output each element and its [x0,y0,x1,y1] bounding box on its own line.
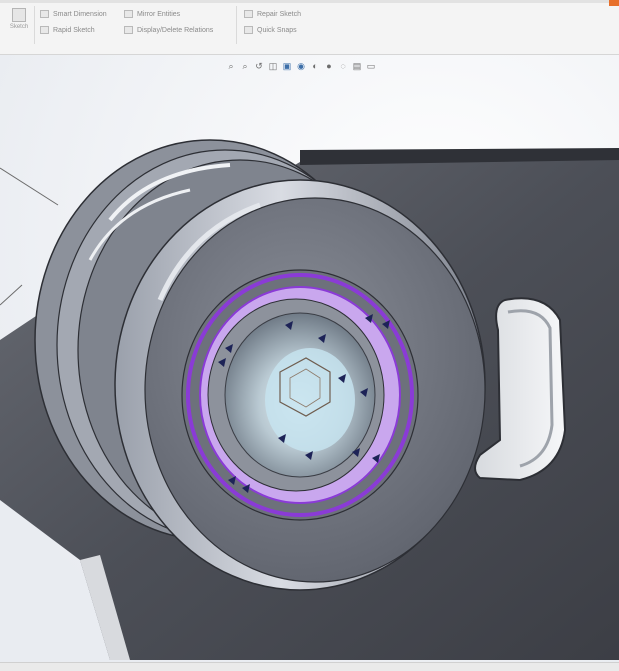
quick-snaps-icon [244,26,253,34]
sketch-button[interactable]: Sketch [8,8,30,38]
display-delete-relations-button[interactable]: Display/Delete Relations [124,26,213,34]
previous-view-icon[interactable]: ↺ [254,61,264,71]
rapid-sketch-icon [40,26,49,34]
hide-show-icon[interactable]: ◐ [310,61,320,71]
repair-sketch-button[interactable]: Repair Sketch [244,10,301,18]
command-manager-ribbon: Sketch Smart Dimension Rapid Sketch Mirr… [0,0,619,55]
rapid-sketch-button[interactable]: Rapid Sketch [40,26,95,34]
zoom-area-icon[interactable]: ⌕ [240,61,250,71]
bolt-highlight [265,348,355,452]
smart-dimension-label: Smart Dimension [53,10,107,18]
view-settings-icon[interactable]: ▤ [352,61,362,71]
graphics-area[interactable] [0,55,619,670]
rapid-sketch-label: Rapid Sketch [53,26,95,34]
appearance-icon[interactable]: ● [324,61,334,71]
ribbon-top-strip [0,0,619,3]
mirror-entities-button[interactable]: Mirror Entities [124,10,180,18]
repair-sketch-label: Repair Sketch [257,10,301,18]
display-delete-relations-label: Display/Delete Relations [137,26,214,34]
mirror-entities-label: Mirror Entities [137,10,181,18]
heads-up-view-toolbar: ⌕ ⌕ ↺ ◫ ▣ ◉ ◐ ● ◌ ▤ ▭ [226,61,376,71]
display-pane-icon[interactable]: ▭ [366,61,376,71]
section-view-icon[interactable]: ◫ [268,61,278,71]
repair-sketch-icon [244,10,253,18]
zoom-fit-icon[interactable]: ⌕ [226,61,236,71]
window-control-accent[interactable] [609,0,619,6]
mirror-entities-icon [124,10,133,18]
ribbon-separator [236,6,237,44]
scene-icon[interactable]: ◌ [338,61,348,71]
smart-dimension-icon [40,10,49,18]
quick-snaps-label: Quick Snaps [257,26,297,34]
smart-dimension-button[interactable]: Smart Dimension [40,10,107,18]
display-delete-relations-icon [124,26,133,34]
view-orientation-icon[interactable]: ▣ [282,61,292,71]
ribbon-separator [34,6,35,44]
quick-snaps-button[interactable]: Quick Snaps [244,26,297,34]
sketch-label: Sketch [9,24,29,30]
display-style-icon[interactable]: ◉ [296,61,306,71]
sketch-icon [12,8,26,22]
model-view[interactable] [0,55,619,670]
